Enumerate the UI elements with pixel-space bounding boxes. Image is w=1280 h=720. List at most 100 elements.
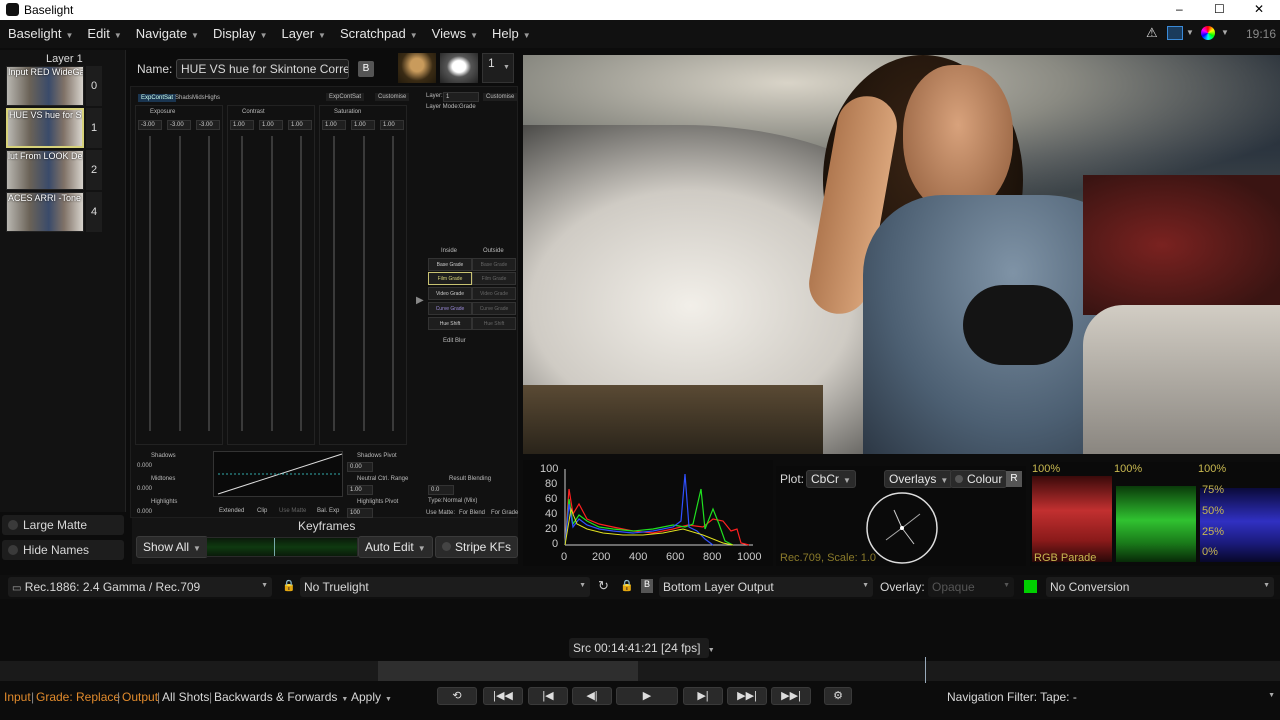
film-grade-outside[interactable]: Film Grade — [472, 272, 516, 285]
mona-lisa-thumbnail[interactable] — [398, 53, 436, 83]
stripe-kfs-toggle[interactable]: Stripe KFs — [435, 536, 519, 558]
go-to-end-button[interactable]: ▶▶| — [771, 687, 811, 705]
apply-select[interactable]: Apply ▼ — [351, 690, 392, 704]
for-blend-toggle[interactable]: For Blend — [459, 510, 485, 516]
for-grade-toggle[interactable]: For Grade — [491, 510, 518, 516]
colourspace-select[interactable]: ▭ Rec.1886: 2.4 Gamma / Rec.709 ▼ — [8, 577, 272, 597]
type-select[interactable]: Normal (Mix) — [443, 498, 477, 504]
saturation-value-g[interactable]: 1.00 — [351, 120, 375, 130]
menu-display[interactable]: Display ▼ — [205, 20, 274, 41]
previous-shot-button[interactable]: |◀ — [528, 687, 568, 705]
view-count-select[interactable]: 1 ▼ — [482, 53, 514, 83]
exposure-value-g[interactable]: -3.00 — [167, 120, 191, 130]
next-frame-button[interactable]: ▶| — [683, 687, 723, 705]
exposure-value-r[interactable]: -3.00 — [138, 120, 162, 130]
edit-blur-button[interactable]: Edit Blur — [443, 338, 466, 344]
auto-edit-select[interactable]: Auto Edit ▼ — [358, 536, 433, 558]
exposure-slider-r[interactable] — [149, 136, 151, 431]
layer-name-field[interactable]: HUE VS hue for Skintone Correc — [176, 59, 349, 79]
direction-select[interactable]: Backwards & Forwards ▼ — [214, 690, 348, 704]
viewer[interactable] — [523, 55, 1280, 454]
film-grade-inside[interactable]: Film Grade — [428, 272, 472, 285]
menu-help[interactable]: Help ▼ — [484, 20, 537, 41]
conversion-select[interactable]: No Conversion ▼ — [1046, 577, 1274, 597]
chevron-down-icon[interactable]: ▼ — [1221, 28, 1229, 37]
menu-navigate[interactable]: Navigate ▼ — [128, 20, 205, 41]
previous-frame-button[interactable]: ◀| — [572, 687, 612, 705]
keyframe-track[interactable] — [206, 537, 358, 557]
grade-replace-link[interactable]: Grade: Replace — [36, 690, 120, 704]
hue-shift-inside[interactable]: Hue Shift — [428, 317, 472, 330]
saturation-slider-g[interactable] — [363, 136, 365, 431]
r-button[interactable]: R — [1006, 471, 1022, 487]
menu-baselight[interactable]: Baselight ▼ — [0, 20, 79, 41]
warning-icon[interactable]: ⚠ — [1146, 25, 1158, 41]
saturation-slider-r[interactable] — [333, 136, 335, 431]
view-mode-icon[interactable] — [1167, 26, 1183, 40]
maximize-button[interactable]: ☐ — [1214, 2, 1225, 16]
tab-expcontsat[interactable]: ExpContSat — [138, 94, 177, 102]
video-grade-outside[interactable]: Video Grade — [472, 287, 516, 300]
bypass-icon[interactable]: B — [641, 579, 653, 593]
layer-row[interactable]: ACES ARRI -Tone ... 4 — [6, 192, 102, 232]
layer-thumbnail[interactable]: lut From LOOK De... — [6, 150, 84, 190]
base-grade-inside[interactable]: Base Grade — [428, 258, 472, 271]
saturation-slider-b[interactable] — [392, 136, 394, 431]
lock-icon[interactable]: 🔒 — [620, 579, 634, 592]
layer-row[interactable]: lut From LOOK De... 2 — [6, 150, 102, 190]
timeline[interactable] — [0, 657, 1280, 683]
tab-shadsmidshighs[interactable]: ShadsMidsHighs — [175, 95, 220, 101]
layer-row-selected[interactable]: HUE VS hue for S... 1 — [6, 108, 102, 148]
output-select[interactable]: Bottom Layer Output ▼ — [659, 577, 873, 597]
highlights-value[interactable]: 0.000 — [137, 509, 152, 515]
curve-grade-outside[interactable]: Curve Grade — [472, 302, 516, 315]
lock-icon[interactable]: 🔒 — [282, 579, 296, 592]
contrast-value-b[interactable]: 1.00 — [288, 120, 312, 130]
curve-option-extended[interactable]: Extended — [219, 508, 244, 514]
minimize-button[interactable]: – — [1176, 2, 1183, 16]
contrast-slider-r[interactable] — [241, 136, 243, 431]
result-blending-value[interactable]: 0.0 — [428, 485, 454, 495]
layer-thumbnail[interactable]: Input RED WideGa... — [6, 66, 84, 106]
saturation-value-r[interactable]: 1.00 — [322, 120, 346, 130]
curve-grade-inside[interactable]: Curve Grade — [428, 302, 472, 315]
exposure-value-b[interactable]: -3.00 — [196, 120, 220, 130]
menu-layer[interactable]: Layer ▼ — [274, 20, 332, 41]
expand-arrow-icon[interactable]: ▶ — [416, 295, 424, 306]
transport-settings-icon[interactable]: ⚙ — [824, 687, 852, 705]
show-all-select[interactable]: Show All ▼ — [136, 536, 208, 558]
layer-row[interactable]: Input RED WideGa... 0 — [6, 66, 102, 106]
colour-toggle[interactable]: Colour — [950, 470, 1008, 488]
navigation-filter-select[interactable]: Navigation Filter: Tape: - ▼ — [947, 690, 1275, 704]
contrast-value-g[interactable]: 1.00 — [259, 120, 283, 130]
curve-option-bal-exp[interactable]: Bal. Exp — [317, 508, 339, 514]
next-shot-button[interactable]: ▶▶| — [727, 687, 767, 705]
bypass-badge[interactable]: B — [358, 61, 374, 77]
shadows-pivot-value[interactable]: 0.00 — [347, 462, 373, 472]
menu-views[interactable]: Views ▼ — [424, 20, 484, 41]
timecode-select[interactable]: Src 00:14:41:21 [24 fps] ▼ — [569, 638, 715, 658]
highlights-pivot-value[interactable]: 100 — [347, 508, 373, 518]
contrast-slider-g[interactable] — [271, 136, 273, 431]
large-matte-toggle[interactable]: Large Matte — [2, 515, 124, 535]
layer-field[interactable]: 1 — [443, 92, 479, 102]
output-link[interactable]: Output — [122, 690, 158, 704]
playhead[interactable] — [925, 657, 926, 683]
refresh-icon[interactable]: ↻ — [598, 578, 609, 594]
base-grade-outside[interactable]: Base Grade — [472, 258, 516, 271]
saturation-value-b[interactable]: 1.00 — [380, 120, 404, 130]
chevron-down-icon[interactable]: ▼ — [1186, 28, 1194, 37]
all-shots-link[interactable]: All Shots — [162, 690, 209, 704]
plot-select[interactable]: CbCr ▼ — [806, 470, 856, 488]
exposure-slider-b[interactable] — [208, 136, 210, 431]
layer-thumbnail[interactable]: HUE VS hue for S... — [6, 108, 84, 148]
layer-thumbnail[interactable]: ACES ARRI -Tone ... — [6, 192, 84, 232]
layer-customise-select[interactable]: Customise — [483, 93, 518, 101]
close-button[interactable]: ✕ — [1254, 2, 1264, 16]
go-to-start-button[interactable]: |◀◀ — [483, 687, 523, 705]
undo-button[interactable]: ⟲ — [437, 687, 477, 705]
midtones-value[interactable]: 0.000 — [137, 486, 152, 492]
hue-shift-outside[interactable]: Hue Shift — [472, 317, 516, 330]
neutral-ctrl-range-value[interactable]: 1.00 — [347, 485, 373, 495]
contrast-value-r[interactable]: 1.00 — [230, 120, 254, 130]
